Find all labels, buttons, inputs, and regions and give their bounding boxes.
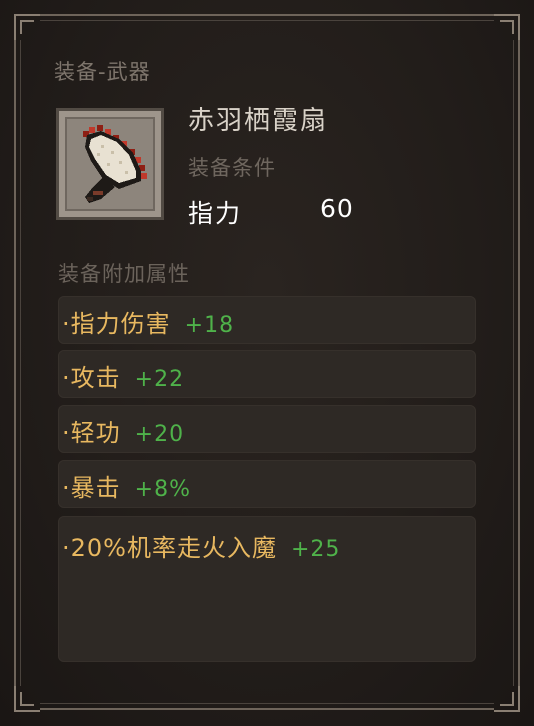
frame-corner-top-left xyxy=(14,14,40,40)
attribute-row: ·暴击 +8% xyxy=(58,460,476,508)
attribute-name: 暴击 xyxy=(70,474,121,502)
attribute-name: 攻击 xyxy=(70,364,121,392)
attribute-line: ·轻功 +20 xyxy=(62,413,184,448)
requirement-label: 装备条件 xyxy=(188,156,276,180)
attribute-line: ·暴击 +8% xyxy=(62,468,191,503)
item-name: 赤羽栖霞扇 xyxy=(188,106,329,136)
attribute-value: +18 xyxy=(184,313,235,338)
attribute-bullet: · xyxy=(62,474,71,502)
frame-corner-bottom-right xyxy=(494,686,520,712)
attribute-line: ·攻击 +22 xyxy=(62,358,184,393)
attribute-value: +8% xyxy=(134,477,191,502)
frame-right-line xyxy=(518,40,520,686)
frame-bottom-line-inner xyxy=(40,703,494,704)
attribute-name: 轻功 xyxy=(70,419,121,447)
attribute-line: ·20%机率走火入魔 +25 xyxy=(62,528,340,563)
frame-top-line xyxy=(40,14,494,16)
item-category-label: 装备-武器 xyxy=(54,60,151,84)
attribute-value: +22 xyxy=(134,367,185,392)
attribute-row: ·指力伤害 +18 xyxy=(58,296,476,344)
attribute-bullet: · xyxy=(62,419,71,447)
attributes-header: 装备附加属性 xyxy=(58,262,190,286)
attribute-name: 指力伤害 xyxy=(70,310,171,338)
attribute-value: +25 xyxy=(290,537,341,562)
attribute-bullet: · xyxy=(62,364,71,392)
attribute-line: ·指力伤害 +18 xyxy=(62,304,234,339)
requirement-value: 60 xyxy=(320,194,354,223)
attribute-bullet: · xyxy=(62,310,71,338)
attribute-bullet: · xyxy=(62,534,71,562)
attribute-row: ·轻功 +20 xyxy=(58,405,476,453)
requirement-stat: 指力 xyxy=(188,199,243,228)
frame-left-line xyxy=(14,40,16,686)
frame-bottom-line xyxy=(40,708,494,710)
item-tooltip-panel: 装备-武器 赤羽栖霞扇 装备条件 指力 60 装备附加属性 ·指力伤害 +18 … xyxy=(0,0,534,726)
item-icon-slot-inner xyxy=(65,117,155,211)
item-icon-slot[interactable] xyxy=(56,108,164,220)
frame-corner-top-right xyxy=(494,14,520,40)
attribute-row: ·攻击 +22 xyxy=(58,350,476,398)
frame-top-line-inner xyxy=(40,20,494,21)
fan-icon xyxy=(83,125,147,203)
frame-left-line-inner xyxy=(20,40,21,686)
frame-corner-bottom-left xyxy=(14,686,40,712)
attribute-name: 20%机率走火入魔 xyxy=(70,534,277,562)
frame-right-line-inner xyxy=(513,40,514,686)
attribute-value: +20 xyxy=(134,422,185,447)
attribute-row: ·20%机率走火入魔 +25 xyxy=(58,516,476,662)
